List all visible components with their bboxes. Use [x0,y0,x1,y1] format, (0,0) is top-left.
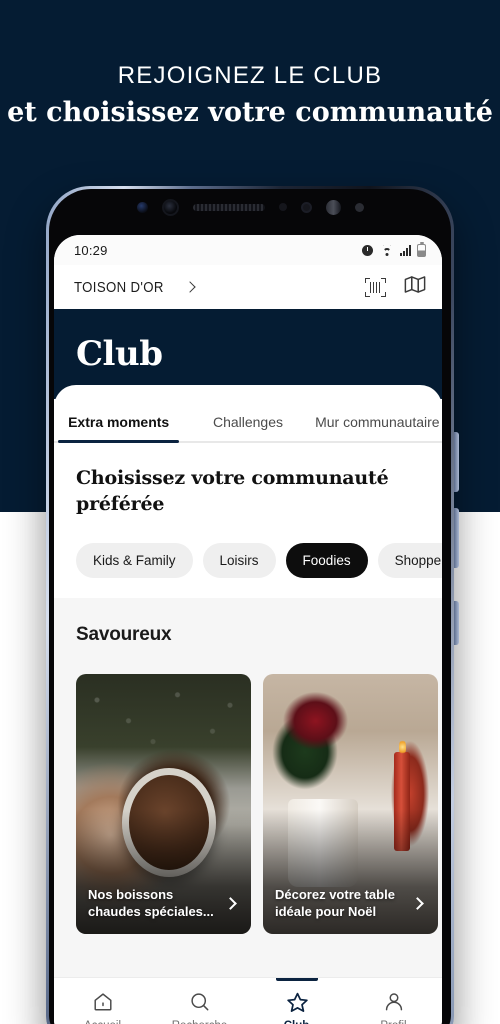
earpiece-speaker [192,203,265,211]
chevron-right-icon[interactable] [411,896,424,910]
nav-item-accueil[interactable]: Accueil [54,978,151,1024]
xmas-flame-shape [398,739,406,755]
promo-headline: REJOIGNEZ LE CLUB et choisissez votre co… [0,60,500,132]
store-selector[interactable]: TOISON D'OR [74,278,196,296]
chip-kids-family[interactable]: Kids & Family [76,543,193,578]
nav-active-indicator [275,978,318,981]
app-header: TOISON D'OR [54,265,442,309]
chevron-right-icon [184,281,196,293]
community-chip-list: Kids & Family Loisirs Foodies Shoppers [76,543,442,578]
phone-volume-down-button[interactable] [454,508,459,568]
alarm-icon [362,244,374,256]
card-title: Décorez votre table idéale pour Noël [275,887,395,919]
header-actions [365,275,426,299]
phone-mockup: 10:29 TOISON D'OR Club Extra moments Cha… [46,186,459,1024]
led-indicator-icon [354,202,364,212]
nav-item-club[interactable]: Club [248,978,345,1024]
status-time: 10:29 [74,242,108,258]
phone-volume-up-button[interactable] [454,432,459,492]
bottom-nav-bar: Accueil Recherche [54,977,442,1024]
nav-item-recherche[interactable]: Recherche [151,978,248,1024]
content-scroll-area[interactable]: Choisissez votre communauté préférée Kid… [54,443,442,977]
nav-label: Accueil [84,1020,121,1024]
front-camera-icon [136,201,148,213]
content-sheet: Extra moments Challenges Mur communautai… [54,385,442,1024]
card-item[interactable]: Nos boissons chaudes spéciales... [76,674,251,934]
chip-loisirs[interactable]: Loisirs [202,543,276,578]
card-footer: Nos boissons chaudes spéciales... [76,886,251,920]
search-icon [189,991,211,1013]
nav-label: Profil [380,1020,406,1024]
status-bar: 10:29 [54,235,442,265]
proximity-sensor-icon [278,203,287,211]
phone-power-button[interactable] [454,601,459,645]
home-icon [92,991,114,1013]
phone-bezel: 10:29 TOISON D'OR Club Extra moments Cha… [49,189,451,1024]
nav-label: Club [284,1020,310,1024]
battery-icon [417,241,426,257]
status-icons [362,241,426,257]
light-sensor-icon [300,201,312,213]
barcode-scan-icon[interactable] [365,277,386,297]
user-icon [383,991,405,1013]
tab-bar: Extra moments Challenges Mur communautai… [54,385,442,443]
tab-challenges[interactable]: Challenges [183,414,312,441]
community-chooser-title: Choisissez votre communauté préférée [76,467,389,515]
iris-sensor-icon [161,198,179,216]
store-name-label: TOISON D'OR [74,278,164,296]
page-title: Club [76,334,163,374]
card-carousel[interactable]: Nos boissons chaudes spéciales... Décore… [76,674,438,934]
star-icon [286,991,308,1013]
chip-shoppers[interactable]: Shoppers [377,543,442,578]
nav-item-profil[interactable]: Profil [345,978,442,1024]
chip-foodies[interactable]: Foodies [285,543,368,578]
card-footer: Décorez votre table idéale pour Noël [263,886,438,920]
headline-line-1: REJOIGNEZ LE CLUB [117,62,383,89]
tab-extra-moments[interactable]: Extra moments [54,414,183,443]
community-chooser: Choisissez votre communauté préférée Kid… [54,443,442,598]
nav-label: Recherche [172,1020,228,1024]
phone-sensor-strip [49,189,451,225]
section-title: Savoureux [76,624,172,645]
tab-mur-communautaire[interactable]: Mur communautaire [313,414,442,441]
map-icon[interactable] [404,275,426,299]
wifi-icon [380,244,394,256]
card-item[interactable]: Décorez votre table idéale pour Noël [263,674,438,934]
card-title: Nos boissons chaudes spéciales... [88,887,214,919]
phone-screen: 10:29 TOISON D'OR Club Extra moments Cha… [54,235,442,1024]
chevron-right-icon[interactable] [224,896,237,910]
ir-sensor-icon [325,199,341,215]
signal-icon [400,244,411,256]
headline-line-2: et choisissez votre communauté [7,97,493,128]
savoureux-section: Savoureux Nos boissons chaudes spéciales… [54,598,442,977]
